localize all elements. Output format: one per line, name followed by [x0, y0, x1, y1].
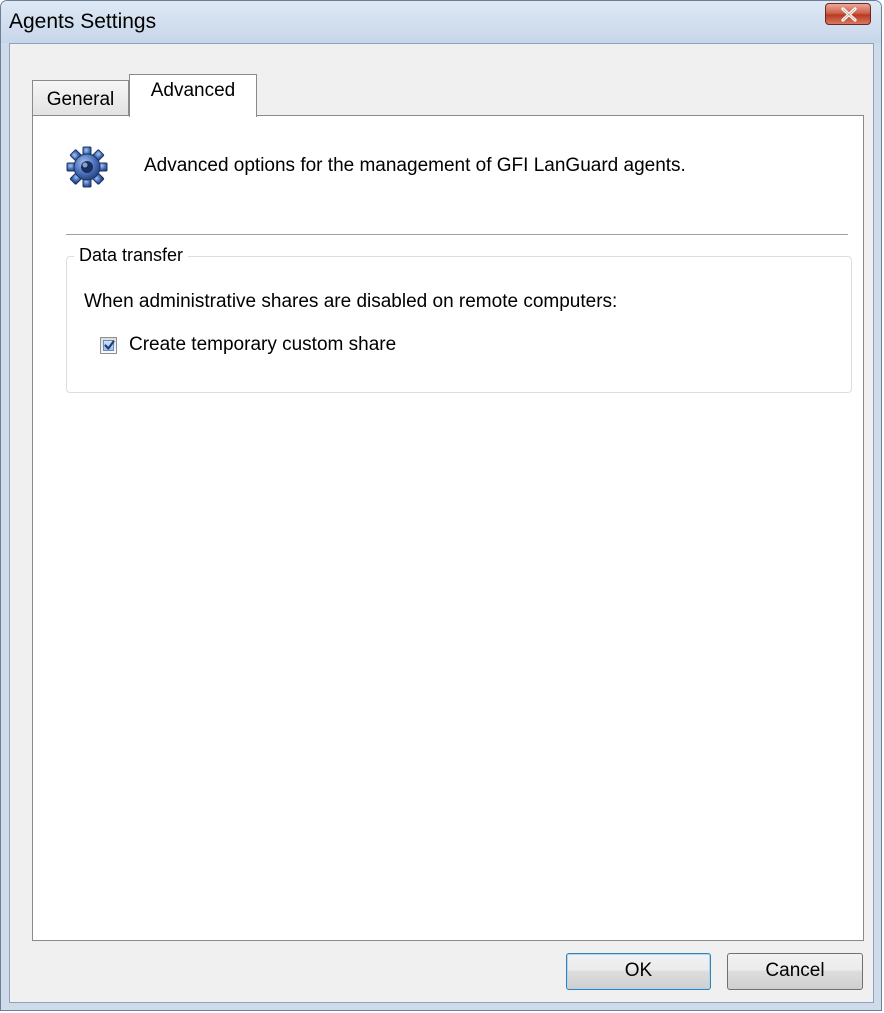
data-transfer-legend: Data transfer [74, 245, 189, 266]
create-share-option[interactable]: Create temporary custom share [100, 333, 396, 357]
ok-button[interactable]: OK [566, 953, 711, 990]
create-share-label[interactable]: Create temporary custom share [129, 334, 396, 356]
gear-icon [66, 146, 108, 188]
create-share-checkbox[interactable] [100, 336, 117, 354]
header-description: Advanced options for the management of G… [144, 155, 686, 176]
tab-general[interactable]: General [32, 80, 129, 116]
close-button[interactable] [825, 3, 871, 25]
window-title: Agents Settings [9, 10, 157, 33]
checkmark-icon [104, 339, 115, 350]
dialog-window: Agents Settings General Advanced Advance… [0, 0, 882, 1011]
tab-advanced-label: Advanced [150, 80, 236, 101]
data-transfer-group: Data transfer When administrative shares… [66, 245, 852, 393]
cancel-button[interactable]: Cancel [727, 953, 863, 990]
data-transfer-description: When administrative shares are disabled … [84, 291, 618, 312]
close-icon [841, 7, 857, 22]
tab-general-label: General [46, 89, 115, 110]
advanced-tab-page: Advanced options for the management of G… [32, 115, 864, 941]
header-divider [66, 234, 848, 235]
tab-advanced[interactable]: Advanced [129, 74, 257, 117]
title-bar[interactable]: Agents Settings [1, 1, 881, 43]
dialog-client-area: General Advanced Advanced options for th… [9, 43, 874, 1003]
